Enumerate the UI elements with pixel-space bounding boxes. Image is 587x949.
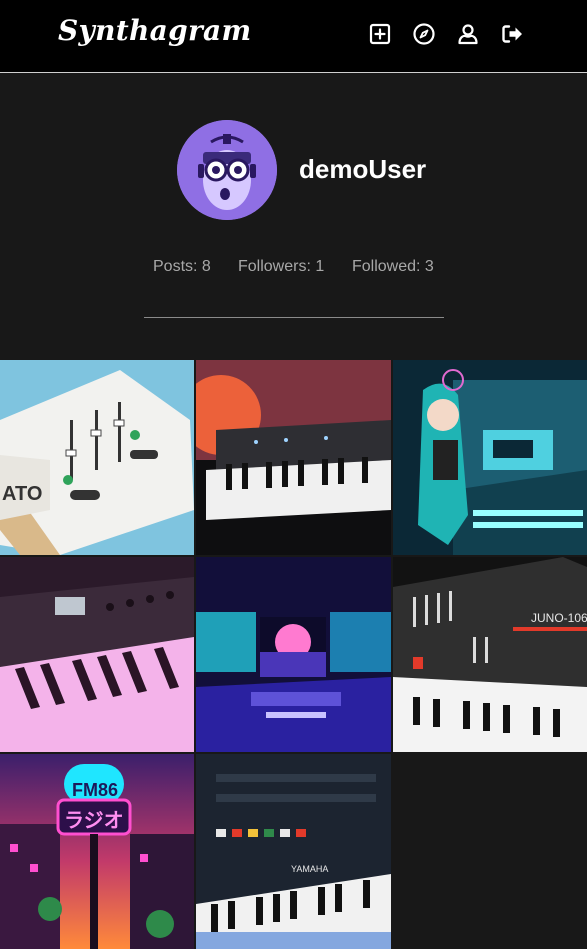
new-post-icon[interactable] [368,22,392,46]
followers-count[interactable]: Followers: 1 [238,258,324,276]
profile-icon[interactable] [456,22,480,46]
avatar[interactable] [177,120,277,220]
svg-text:ラジオ: ラジオ [64,808,124,832]
explore-icon[interactable] [412,22,436,46]
profile-username: demoUser [299,154,427,184]
followed-count[interactable]: Followed: 3 [352,258,434,276]
posts-count: Posts: 8 [153,258,211,275]
post-thumbnail[interactable] [393,360,587,555]
post-thumbnail[interactable]: ATO [0,360,194,555]
post-thumbnail[interactable] [196,360,391,555]
svg-text:YAMAHA: YAMAHA [291,864,328,874]
posts-grid: ATO JUNO-106 FM86 ラジオ YAMAHA [0,360,587,949]
nav-icons [368,22,524,46]
svg-text:JUNO-106: JUNO-106 [531,611,587,625]
post-thumbnail[interactable] [0,557,194,752]
navbar: Synthagram [0,0,587,73]
svg-text:FM86: FM86 [72,780,118,800]
logout-icon[interactable] [500,22,524,46]
post-thumbnail[interactable]: FM86 ラジオ [0,754,194,949]
profile-header: demoUser Posts: 8 Followers: 1 Followed:… [0,73,587,360]
post-thumbnail[interactable] [196,557,391,752]
profile-divider [144,317,444,318]
svg-text:ATO: ATO [2,483,42,505]
post-thumbnail[interactable]: YAMAHA [196,754,391,949]
post-thumbnail[interactable]: JUNO-106 [393,557,587,752]
app-logo[interactable]: Synthagram [58,14,251,47]
